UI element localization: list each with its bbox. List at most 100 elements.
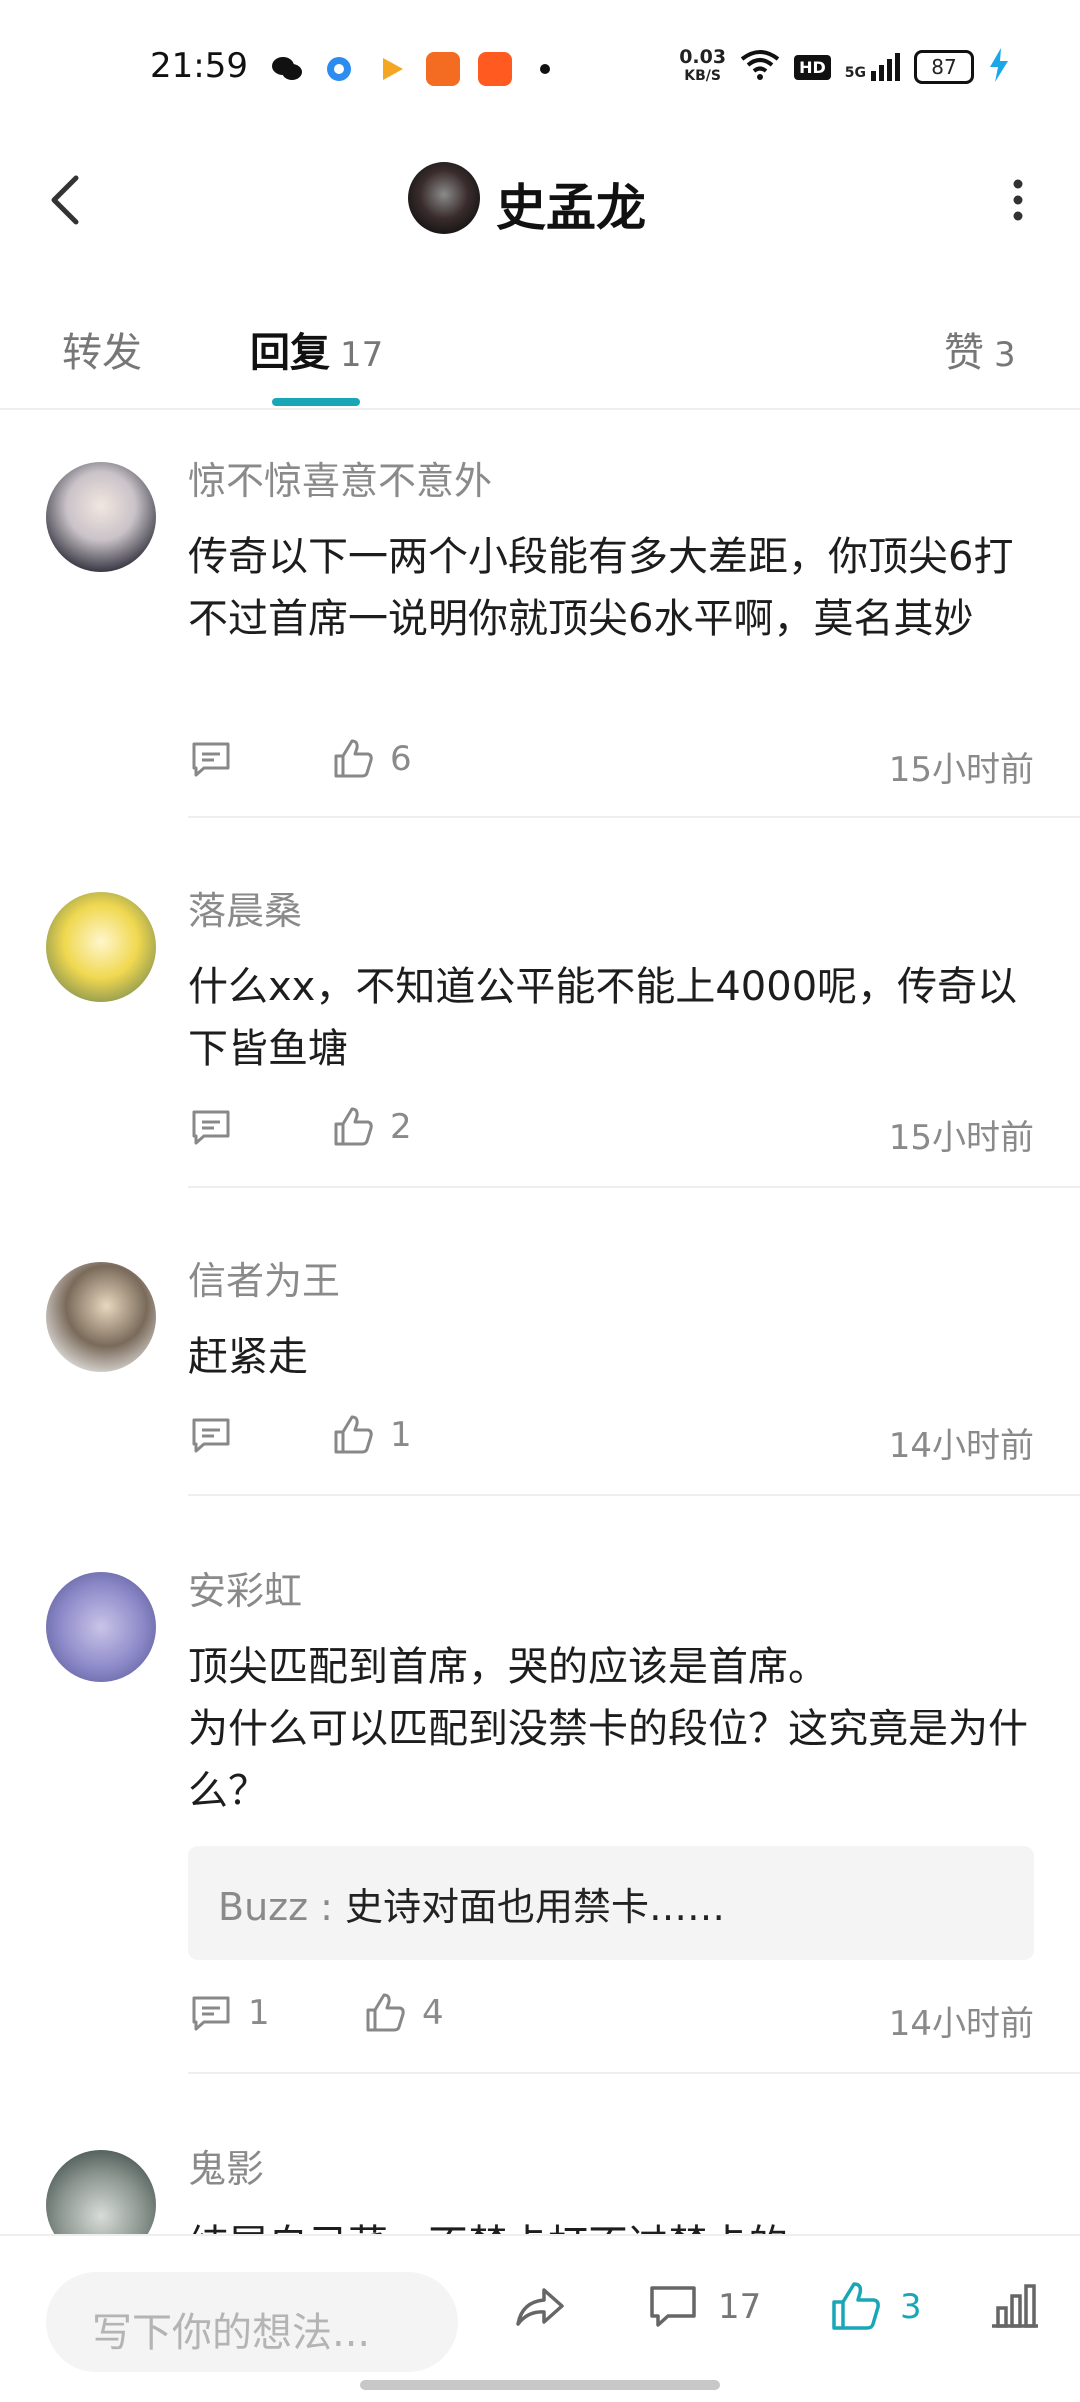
share-icon [516, 2288, 564, 2326]
commenter-name[interactable]: 信者为王 [188, 1250, 340, 1305]
comment-time: 15小时前 [888, 1118, 1034, 1158]
wifi-icon [740, 49, 780, 85]
page-header: 史孟龙 [0, 140, 1080, 260]
comment-text: 传奇以下一两个小段能有多大差距，你顶尖6打不过首席一说明你就顶尖6水平啊，莫名其… [188, 534, 1014, 642]
charging-icon [988, 48, 1010, 86]
comment-time: 14小时前 [888, 1426, 1034, 1466]
more-vertical-icon [1013, 179, 1023, 221]
uc-browser-icon [426, 52, 460, 86]
like-button[interactable]: 6 [330, 736, 412, 782]
comment-icon [192, 1996, 230, 2031]
comments-count: 17 [718, 2287, 762, 2327]
comment-text: 什么xx，不知道公平能不能上4000呢，传奇以下皆鱼塘 [188, 964, 1018, 1072]
signal-label: 5G [844, 65, 866, 81]
divider [188, 1186, 1080, 1188]
comment-text: 赶紧走 [188, 1334, 308, 1380]
divider [188, 816, 1080, 818]
tab-likes[interactable]: 赞3 [944, 320, 1016, 378]
comment-icon [192, 1418, 230, 1453]
like-button[interactable]: 4 [362, 1990, 444, 2036]
bar-chart-icon [992, 2284, 1038, 2328]
tab-replies-count: 17 [340, 335, 384, 375]
likes-count: 3 [900, 2287, 922, 2327]
battery-icon: 87 [914, 50, 974, 84]
nested-reply-text: 史诗对面也用禁卡…… [345, 1885, 726, 1929]
like-button[interactable]: 2 [330, 1104, 412, 1150]
commenter-avatar[interactable] [46, 892, 156, 1002]
commenter-name[interactable]: 落晨桑 [188, 880, 302, 935]
commenter-avatar[interactable] [46, 1262, 156, 1372]
tab-bar: 转发 回复 17 赞3 [0, 290, 1080, 410]
thumbs-up-icon [832, 2282, 880, 2330]
share-button[interactable] [510, 2278, 568, 2336]
comment-icon [192, 1110, 230, 1145]
cellular-signal-icon: 5G [845, 53, 900, 81]
app-blue-circle-icon [322, 52, 356, 86]
thumbs-up-icon [334, 1415, 373, 1454]
like-count: 6 [390, 739, 412, 779]
reply-button[interactable] [188, 1104, 248, 1150]
tab-replies-label: 回复 [250, 330, 330, 376]
back-button[interactable] [40, 170, 100, 230]
nested-reply-author[interactable]: Buzz [218, 1885, 308, 1929]
system-indicators: 0.03 KB/S HD 5G 87 [679, 48, 1010, 86]
like-post-button[interactable]: 3 [826, 2278, 922, 2336]
commenter-name[interactable]: 鬼影 [188, 2138, 264, 2193]
video-play-icon [374, 52, 408, 86]
comment-input[interactable]: 写下你的想法... [46, 2272, 458, 2372]
commenter-avatar[interactable] [46, 1572, 156, 1682]
comment-item: 鬼影 纯属自己菜，不禁卡打不过禁卡的 [0, 2138, 1080, 2234]
commenter-avatar[interactable] [46, 462, 156, 572]
comment-actions: 1 14小时前 [188, 1412, 1034, 1472]
user-avatar[interactable] [408, 162, 480, 234]
like-count: 4 [422, 1993, 444, 2033]
comment-actions: 2 15小时前 [188, 1104, 1034, 1164]
tab-replies[interactable]: 回复 17 [250, 320, 383, 378]
comment-input-placeholder: 写下你的想法... [92, 2310, 371, 2356]
comment-time: 14小时前 [888, 2004, 1034, 2044]
comment-actions: 6 15小时前 [188, 736, 1034, 796]
page-title[interactable]: 史孟龙 [496, 168, 646, 240]
commenter-name[interactable]: 安彩虹 [188, 1560, 302, 1615]
hd-icon: HD [794, 54, 831, 80]
commenter-name[interactable]: 惊不惊喜意不意外 [188, 450, 492, 505]
home-indicator[interactable] [360, 2380, 720, 2390]
thumbs-up-icon [366, 1993, 405, 2032]
more-options-button[interactable] [980, 170, 1040, 230]
tab-forward[interactable]: 转发 [62, 320, 152, 378]
kuaishou-icon [478, 52, 512, 86]
tab-likes-label: 赞 [944, 330, 984, 376]
network-speed-unit: KB/S [684, 68, 721, 84]
bottom-action-bar: 写下你的想法... 17 3 [0, 2234, 1080, 2402]
notification-icons [270, 52, 550, 86]
network-speed-value: 0.03 [679, 46, 727, 68]
comment-icon [650, 2286, 696, 2327]
nested-reply-line: Buzz : 史诗对面也用禁卡…… [218, 1885, 726, 1929]
reply-count: 1 [248, 1993, 270, 2033]
network-speed: 0.03 KB/S [679, 48, 726, 86]
reply-button[interactable]: 1 [188, 1990, 270, 2036]
stats-button[interactable] [986, 2278, 1044, 2336]
comment-actions: 1 4 14小时前 [188, 1990, 1034, 2050]
active-tab-indicator [272, 398, 360, 406]
reply-button[interactable] [188, 1412, 248, 1458]
commenter-avatar[interactable] [46, 2150, 156, 2234]
comment-time: 15小时前 [888, 750, 1034, 790]
like-count: 1 [390, 1415, 412, 1455]
tab-likes-count: 3 [994, 335, 1016, 375]
nested-reply[interactable]: Buzz : 史诗对面也用禁卡…… [188, 1846, 1034, 1960]
wechat-icon [270, 52, 304, 86]
comments-button[interactable]: 17 [644, 2278, 761, 2336]
thumbs-up-icon [334, 739, 373, 778]
like-count: 2 [390, 1107, 412, 1147]
thumbs-up-icon [334, 1107, 373, 1146]
comment-text: 纯属自己菜，不禁卡打不过禁卡的 [188, 2214, 1028, 2234]
comment-text: 顶尖匹配到首席，哭的应该是首席。 为什么可以匹配到没禁卡的段位？这究竟是为什么？ [188, 1644, 1028, 1814]
more-notifications-dot [540, 64, 550, 74]
status-bar: 21:59 0.03 KB/S HD 5G 87 [0, 0, 1080, 130]
like-button[interactable]: 1 [330, 1412, 412, 1458]
chevron-left-icon [51, 175, 79, 225]
divider [188, 2072, 1080, 2074]
status-time: 21:59 [150, 46, 248, 86]
reply-button[interactable] [188, 736, 248, 782]
